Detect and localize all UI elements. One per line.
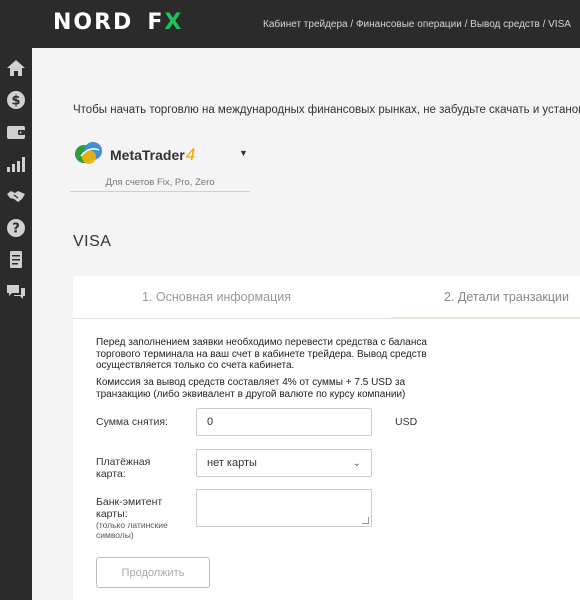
breadcrumb[interactable]: Кабинет трейдера / Финансовые операции /… [263,19,571,30]
logo-x-text: X [164,10,184,35]
help-icon[interactable]: ? [4,216,28,240]
commission-info: Комиссия за вывод средств составляет 4% … [96,377,406,400]
page-title: VISA [73,233,112,250]
withdrawal-form: Перед заполнением заявки необходимо пере… [73,319,580,600]
home-icon[interactable] [4,56,28,80]
amount-label: Сумма снятия: [96,416,168,428]
caret-down-icon[interactable]: ▼ [239,148,248,158]
logo-f-text: F [147,10,165,35]
tab-basic-info[interactable]: 1. Основная информация [142,290,291,304]
card-label-line1: Платёжная [96,456,151,468]
continue-button[interactable]: Продолжить [96,557,210,588]
metatrader-logo-icon [75,142,102,164]
card-select[interactable]: нет карты ⌄ [196,449,372,477]
currency-label: USD [395,416,418,428]
amount-input[interactable]: 0 [196,408,372,436]
sidebar: $ ? [0,48,32,600]
bank-label: Банк-эмитент карты: (только латинские си… [96,496,168,540]
platform-subtitle: Для счетов Fix, Pro, Zero [105,177,215,188]
bank-label-line2: карты: [96,508,128,520]
bank-hint-line1: (только латинские [96,520,168,530]
wallet-icon[interactable] [4,120,28,144]
platform-version: 4 [185,145,196,164]
top-header: NORD FX Кабинет трейдера / Финансовые опе… [0,0,580,48]
nordfx-logo[interactable]: NORD FX [53,10,183,35]
bank-textarea[interactable] [196,489,372,527]
transfer-instructions: Перед заполнением заявки необходимо пере… [96,337,427,371]
logo-nord-text: NORD [53,10,134,35]
dollar-icon[interactable]: $ [4,88,28,112]
resize-handle-icon[interactable] [362,517,369,524]
card-select-value: нет карты [207,457,257,469]
handshake-icon[interactable] [4,184,28,208]
main-content: Чтобы начать торговлю на международных ф… [32,48,580,600]
platform-name-text: MetaTrader [110,147,185,163]
tab-transaction-details[interactable]: 2. Детали транзакции [444,290,569,304]
card-label-line2: карта: [96,468,126,480]
svg-text:$: $ [11,94,20,109]
bank-hint-line2: символы) [96,530,134,540]
platform-name: MetaTrader4 [110,145,195,165]
bank-label-line1: Банк-эмитент [96,496,163,508]
chevron-down-icon: ⌄ [352,457,361,469]
chat-icon[interactable] [4,280,28,304]
step-tabs: 1. Основная информация 2. Детали транзак… [73,276,580,319]
download-notice: Чтобы начать торговлю на международных ф… [73,104,580,116]
card-label: Платёжная карта: [96,456,150,480]
chart-bars-icon[interactable] [4,152,28,176]
svg-text:?: ? [12,222,20,237]
document-icon[interactable] [4,248,28,272]
